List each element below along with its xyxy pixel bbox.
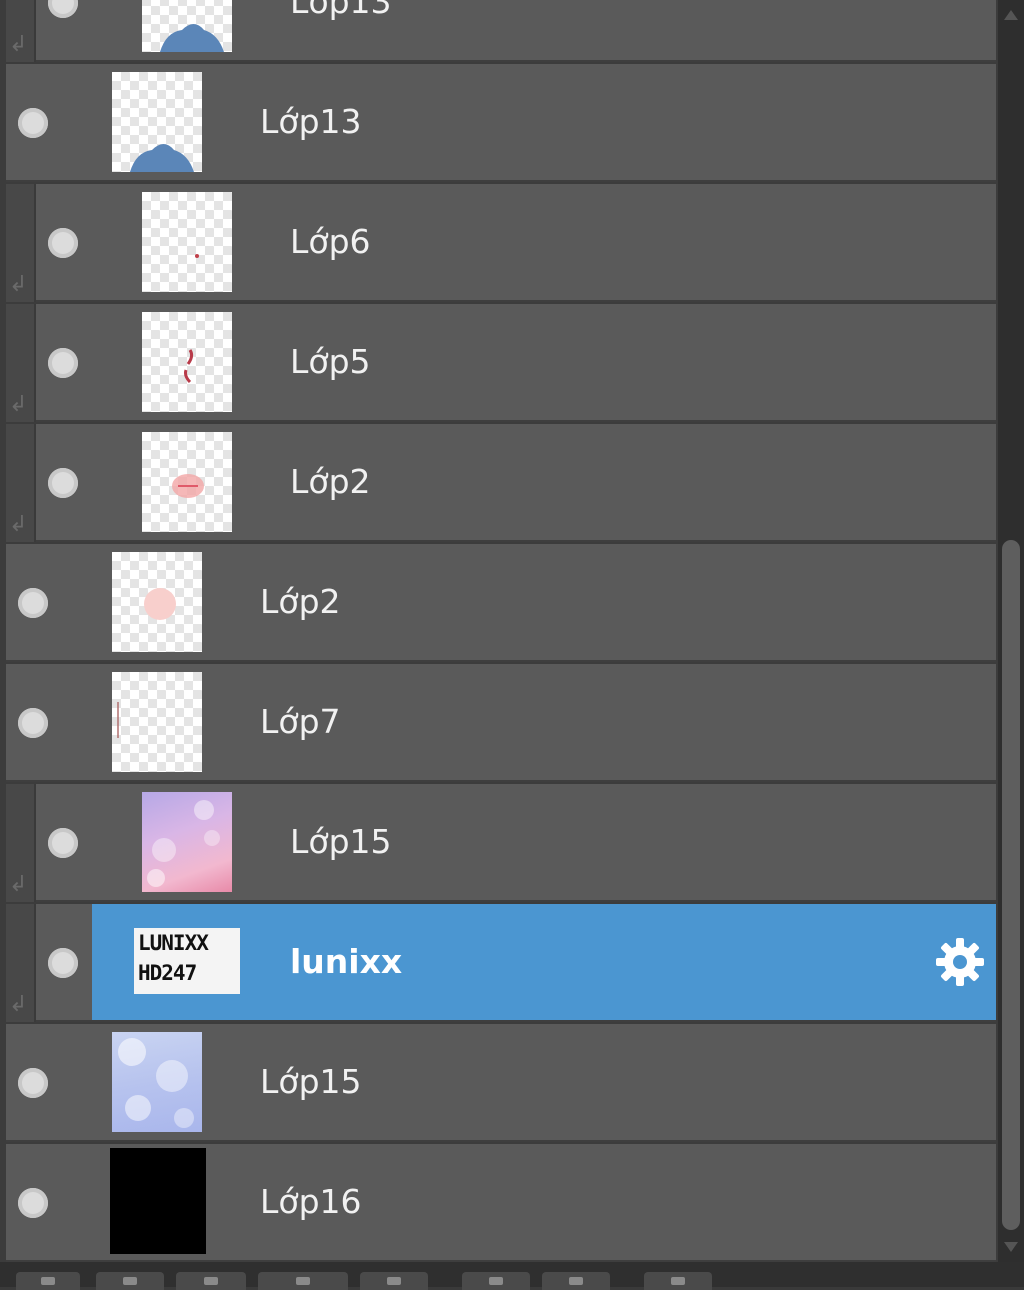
clip-indicator: ↲ (6, 184, 36, 302)
eye-icon[interactable] (18, 588, 48, 618)
red-strokes-thumb (184, 349, 194, 384)
clip-indicator: ↲ (6, 304, 36, 422)
scroll-thumb[interactable] (1002, 540, 1020, 1230)
layer-thumbnail (112, 72, 202, 172)
duplicate-icon (204, 1277, 218, 1285)
layer-row[interactable]: Lớp2 (36, 424, 996, 542)
thumb-text-line-2: HD247 (138, 961, 197, 985)
duplicate-layer-button[interactable] (176, 1272, 246, 1290)
clip-arrow-icon: ↲ (9, 32, 28, 57)
layer-toolbar (0, 1262, 1024, 1290)
pink-blush-thumb (172, 474, 204, 498)
merge-icon (296, 1277, 310, 1285)
eye-icon[interactable] (48, 948, 78, 978)
layer-thumbnail (112, 552, 202, 652)
clip-arrow-icon: ↲ (9, 512, 28, 537)
scrollbar[interactable] (998, 0, 1024, 1262)
layer-thumbnail (142, 792, 232, 892)
new-layer-button[interactable] (16, 1272, 80, 1290)
eye-icon[interactable] (48, 828, 78, 858)
layer-name: Lớp7 (260, 702, 341, 741)
layer-row[interactable]: Lớp2 (6, 544, 996, 662)
layer-thumbnail: LUNIXX HD247 (134, 928, 240, 994)
layer-name: Lớp16 (260, 1182, 362, 1221)
layer-thumbnail (142, 432, 232, 532)
pink-circle-thumb (144, 588, 176, 620)
layer-row[interactable]: Lớp7 (6, 664, 996, 782)
delete-layer-button[interactable] (542, 1272, 610, 1290)
clip-arrow-icon: ↲ (9, 992, 28, 1017)
new-folder-button[interactable] (96, 1272, 164, 1290)
layer-name: lunixx (290, 942, 403, 981)
layer-name: Lớp13 (290, 0, 392, 21)
clip-arrow-icon: ↲ (9, 272, 28, 297)
eye-icon[interactable] (48, 348, 78, 378)
more-options-button[interactable] (644, 1272, 712, 1290)
layer-row[interactable]: Lớp15 (36, 784, 996, 902)
layer-row[interactable]: Lớp16 (6, 1144, 996, 1262)
more-icon (671, 1277, 685, 1285)
layer-name: Lớp13 (260, 102, 362, 141)
clip-indicator: ↲ (6, 424, 36, 542)
new-folder-icon (123, 1277, 137, 1285)
layer-name: Lớp6 (290, 222, 371, 261)
layer-name: Lớp5 (290, 342, 371, 381)
eye-icon[interactable] (18, 708, 48, 738)
layer-thumbnail (142, 192, 232, 292)
eye-icon[interactable] (18, 1188, 48, 1218)
scroll-up-icon[interactable] (998, 0, 1024, 30)
layer-name: Lớp15 (290, 822, 392, 861)
eye-icon[interactable] (48, 0, 78, 18)
layer-thumbnail (112, 672, 202, 772)
clip-arrow-icon: ↲ (9, 392, 28, 417)
layer-name: Lớp2 (290, 462, 371, 501)
blue-shape-thumb (160, 24, 224, 52)
layer-row[interactable]: Lớp13 (36, 0, 996, 62)
trash-icon (569, 1277, 583, 1285)
clip-arrow-icon: ↲ (9, 872, 28, 897)
layer-thumbnail (142, 312, 232, 412)
eye-icon[interactable] (18, 108, 48, 138)
blue-shape-thumb (130, 144, 194, 172)
clip-indicator: ↲ (6, 0, 36, 62)
layer-row[interactable]: Lớp13 (6, 64, 996, 182)
pink-blue-gradient-thumb (147, 800, 220, 887)
layer-thumbnail (142, 0, 232, 52)
layer-thumbnail (110, 1148, 206, 1254)
copy-layer-button[interactable] (462, 1272, 530, 1290)
layer-thumbnail (112, 1032, 202, 1132)
clip-indicator: ↲ (6, 904, 36, 1022)
layer-row[interactable]: Lớp6 (36, 184, 996, 302)
layer-name: Lớp2 (260, 582, 341, 621)
eye-icon[interactable] (18, 1068, 48, 1098)
thumb-text-line-1: LUNIXX (138, 931, 209, 955)
layer-row-selected[interactable]: LUNIXX HD247 lunixx (36, 904, 996, 1022)
copy-icon (489, 1277, 503, 1285)
eye-icon[interactable] (48, 468, 78, 498)
gear-icon[interactable] (932, 934, 988, 990)
layer-list: ↲ Lớp13 Lớp13 ↲ Lớp6 ↲ Lớp5 ↲ Lớp2 Lớp2 … (0, 0, 996, 1262)
new-layer-icon (41, 1277, 55, 1285)
clip-indicator: ↲ (6, 784, 36, 902)
clear-icon (387, 1277, 401, 1285)
layer-row[interactable]: Lớp5 (36, 304, 996, 422)
layers-panel: ↲ Lớp13 Lớp13 ↲ Lớp6 ↲ Lớp5 ↲ Lớp2 Lớp2 … (0, 0, 1024, 1290)
eye-icon[interactable] (48, 228, 78, 258)
layer-name: Lớp15 (260, 1062, 362, 1101)
merge-layer-button[interactable] (258, 1272, 348, 1290)
scroll-down-icon[interactable] (998, 1232, 1024, 1262)
layer-row[interactable]: Lớp15 (6, 1024, 996, 1142)
blue-clouds-thumb (118, 1038, 194, 1128)
faint-line-thumb (117, 702, 119, 738)
clear-layer-button[interactable] (360, 1272, 428, 1290)
tiny-red-mark-thumb (195, 254, 199, 258)
